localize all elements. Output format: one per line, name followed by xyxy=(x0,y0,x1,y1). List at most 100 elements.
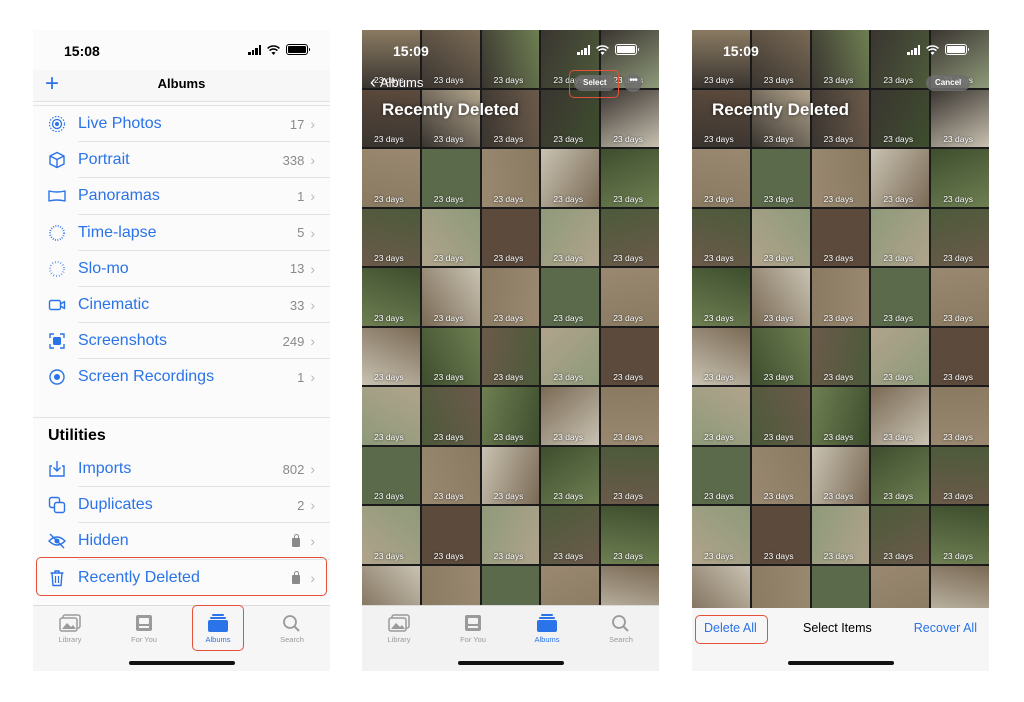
photo-thumbnail[interactable]: 23 days xyxy=(481,327,540,385)
days-remaining-label: 23 days xyxy=(883,134,914,144)
days-remaining-label: 23 days xyxy=(823,372,854,382)
album-row-live-photos[interactable]: Live Photos 17 › xyxy=(33,106,330,143)
photo-thumbnail[interactable]: 23 days xyxy=(541,327,600,385)
photo-thumbnail[interactable]: 23 days xyxy=(481,506,540,564)
photo-thumbnail[interactable]: 23 days xyxy=(751,327,810,385)
photo-thumbnail[interactable]: 23 days xyxy=(751,268,810,326)
photo-thumbnail[interactable]: 23 days xyxy=(421,268,480,326)
album-row-cinematic[interactable]: Cinematic 33 › xyxy=(33,287,330,324)
photo-thumbnail[interactable]: 23 days xyxy=(692,268,750,326)
photo-thumbnail[interactable]: 23 days xyxy=(871,268,930,326)
photo-thumbnail[interactable]: 23 days xyxy=(871,208,930,266)
album-row-screen-recordings[interactable]: Screen Recordings 1 › xyxy=(33,359,330,395)
tab-label: Library xyxy=(58,635,82,644)
photo-thumbnail[interactable]: 23 days xyxy=(362,327,420,385)
tab-for-you[interactable]: For You xyxy=(114,614,174,644)
photo-thumbnail[interactable]: 23 days xyxy=(931,506,989,564)
photo-thumbnail[interactable]: 23 days xyxy=(931,268,989,326)
photo-thumbnail[interactable]: 23 days xyxy=(601,268,659,326)
photo-thumbnail[interactable]: 23 days xyxy=(601,149,659,207)
photo-thumbnail[interactable]: 23 days xyxy=(541,446,600,504)
more-options-button[interactable]: ••• xyxy=(624,74,642,92)
album-row-hidden[interactable]: Hidden › xyxy=(33,523,330,560)
photo-thumbnail[interactable]: 23 days xyxy=(362,149,420,207)
photo-thumbnail[interactable]: 23 days xyxy=(931,446,989,504)
photo-thumbnail[interactable]: 23 days xyxy=(811,268,870,326)
photo-thumbnail[interactable]: 23 days xyxy=(692,506,750,564)
photo-thumbnail[interactable]: 23 days xyxy=(871,387,930,445)
photo-thumbnail[interactable]: 23 days xyxy=(751,387,810,445)
photo-thumbnail[interactable]: 23 days xyxy=(481,387,540,445)
photo-thumbnail[interactable]: 23 days xyxy=(421,446,480,504)
photo-thumbnail[interactable]: 23 days xyxy=(481,268,540,326)
photo-thumbnail[interactable]: 23 days xyxy=(751,446,810,504)
photo-thumbnail[interactable]: 23 days xyxy=(362,208,420,266)
photo-thumbnail[interactable]: 23 days xyxy=(811,327,870,385)
photo-thumbnail[interactable]: 23 days xyxy=(692,327,750,385)
photo-thumbnail[interactable]: 23 days xyxy=(541,149,600,207)
photo-thumbnail[interactable]: 23 days xyxy=(362,387,420,445)
photo-thumbnail[interactable]: 23 days xyxy=(481,446,540,504)
photo-thumbnail[interactable]: 23 days xyxy=(541,268,600,326)
album-row-panoramas[interactable]: Panoramas 1 › xyxy=(33,178,330,215)
photo-thumbnail[interactable]: 23 days xyxy=(362,268,420,326)
tab-albums[interactable]: Albums xyxy=(517,614,577,644)
photo-thumbnail[interactable]: 23 days xyxy=(601,327,659,385)
days-remaining-label: 23 days xyxy=(374,193,404,204)
back-label: Albums xyxy=(380,74,424,90)
photo-thumbnail[interactable]: 23 days xyxy=(871,149,930,207)
cancel-button[interactable]: Cancel xyxy=(926,75,971,91)
photo-thumbnail[interactable]: 23 days xyxy=(931,387,989,445)
days-remaining-label: 23 days xyxy=(943,431,973,442)
photo-thumbnail[interactable]: 23 days xyxy=(811,446,870,504)
photo-thumbnail[interactable]: 23 days xyxy=(811,208,870,266)
photo-thumbnail[interactable]: 23 days xyxy=(362,446,420,504)
album-row-screenshots[interactable]: Screenshots 249 › xyxy=(33,323,330,360)
photo-thumbnail[interactable]: 23 days xyxy=(751,149,810,207)
photo-thumbnail[interactable]: 23 days xyxy=(541,208,600,266)
photo-thumbnail[interactable]: 23 days xyxy=(811,506,870,564)
album-row-time-lapse[interactable]: Time-lapse 5 › xyxy=(33,215,330,251)
photo-thumbnail[interactable]: 23 days xyxy=(692,149,750,207)
photo-thumbnail[interactable]: 23 days xyxy=(601,446,659,504)
photo-thumbnail[interactable]: 23 days xyxy=(421,506,480,564)
album-row-duplicates[interactable]: Duplicates 2 › xyxy=(33,487,330,524)
photo-thumbnail[interactable]: 23 days xyxy=(421,149,480,207)
photo-thumbnail[interactable]: 23 days xyxy=(692,387,750,445)
recover-all-button[interactable]: Recover All xyxy=(914,621,977,635)
photo-thumbnail[interactable]: 23 days xyxy=(692,208,750,266)
days-remaining-label: 23 days xyxy=(763,431,794,442)
photo-thumbnail[interactable]: 23 days xyxy=(751,506,810,564)
photo-thumbnail[interactable]: 23 days xyxy=(421,387,480,445)
photo-thumbnail[interactable]: 23 days xyxy=(481,208,540,266)
album-row-slo-mo[interactable]: Slo-mo 13 › xyxy=(33,251,330,288)
photo-thumbnail[interactable]: 23 days xyxy=(601,387,659,445)
photo-thumbnail[interactable]: 23 days xyxy=(601,208,659,266)
photo-thumbnail[interactable]: 23 days xyxy=(811,387,870,445)
photo-thumbnail[interactable]: 23 days xyxy=(931,208,989,266)
photo-thumbnail[interactable]: 23 days xyxy=(541,387,600,445)
tab-library[interactable]: Library xyxy=(369,614,429,644)
photo-thumbnail[interactable]: 23 days xyxy=(481,149,540,207)
photo-thumbnail[interactable]: 23 days xyxy=(871,446,930,504)
photo-thumbnail[interactable]: 23 days xyxy=(931,327,989,385)
days-remaining-label: 23 days xyxy=(433,193,464,204)
tab-search[interactable]: Search xyxy=(591,614,651,644)
photo-thumbnail[interactable]: 23 days xyxy=(751,208,810,266)
photo-thumbnail[interactable]: 23 days xyxy=(541,506,600,564)
photo-thumbnail[interactable]: 23 days xyxy=(421,327,480,385)
album-row-portrait[interactable]: Portrait 338 › xyxy=(33,142,330,179)
tab-library[interactable]: Library xyxy=(40,614,100,644)
back-button[interactable]: ‹ Albums xyxy=(370,73,424,91)
photo-thumbnail[interactable]: 23 days xyxy=(811,149,870,207)
album-row-imports[interactable]: Imports 802 › xyxy=(33,451,330,488)
photo-thumbnail[interactable]: 23 days xyxy=(421,208,480,266)
photo-thumbnail[interactable]: 23 days xyxy=(871,327,930,385)
photo-thumbnail[interactable]: 23 days xyxy=(931,149,989,207)
tab-search[interactable]: Search xyxy=(262,614,322,644)
tab-for-you[interactable]: For You xyxy=(443,614,503,644)
photo-thumbnail[interactable]: 23 days xyxy=(362,506,420,564)
photo-thumbnail[interactable]: 23 days xyxy=(601,506,659,564)
photo-thumbnail[interactable]: 23 days xyxy=(871,506,930,564)
photo-thumbnail[interactable]: 23 days xyxy=(692,446,750,504)
